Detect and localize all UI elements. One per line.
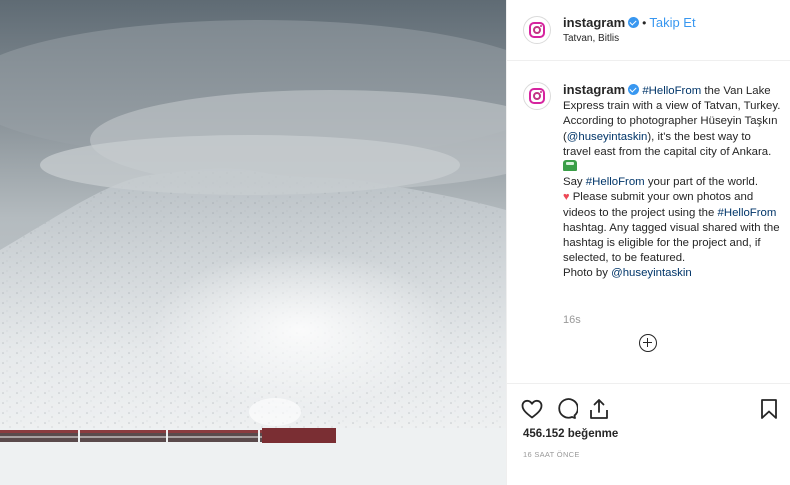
caption-text: instagram #HelloFrom the Van Lake Expres…	[563, 82, 781, 282]
header-username[interactable]: instagram	[563, 15, 625, 30]
post-photo[interactable]	[0, 0, 506, 485]
instagram-logo-icon	[529, 22, 545, 38]
post-header: instagram • Takip Et Tatvan, Bitlis	[507, 0, 790, 61]
likes-count[interactable]: 456.152 beğenme	[523, 428, 618, 440]
post-side-panel: instagram • Takip Et Tatvan, Bitlis instag…	[506, 0, 790, 485]
instagram-logo-icon	[529, 88, 545, 104]
train-emoji-icon	[563, 160, 577, 172]
mention-link[interactable]: @huseyintaskin	[611, 267, 692, 279]
verified-badge-icon	[628, 17, 640, 28]
train	[0, 428, 336, 443]
plus-circle-icon[interactable]	[639, 334, 657, 352]
avatar[interactable]	[523, 16, 551, 44]
share-arrow-icon[interactable]	[587, 397, 611, 421]
comment-bubble-icon[interactable]	[554, 397, 578, 421]
heart-outline-icon[interactable]	[520, 397, 544, 421]
location-link[interactable]: Tatvan, Bitlis	[563, 33, 619, 44]
caption-username[interactable]: instagram	[563, 82, 625, 97]
snowy-mountain-train-image	[0, 0, 506, 485]
caption-time: 16s	[563, 314, 581, 326]
caption-segment: hashtag. Any tagged visual shared with t…	[563, 221, 780, 265]
instagram-post: instagram • Takip Et Tatvan, Bitlis instag…	[0, 0, 790, 485]
hashtag-link[interactable]: #HelloFrom	[586, 176, 645, 188]
follow-button[interactable]: Takip Et	[649, 15, 695, 30]
caption-avatar[interactable]	[523, 82, 551, 110]
header-separator: •	[642, 16, 647, 30]
comments-area: instagram #HelloFrom the Van Lake Expres…	[507, 62, 790, 377]
hashtag-link[interactable]: #HelloFrom	[718, 207, 777, 219]
caption-segment: Say	[563, 176, 586, 189]
header-user-line: instagram • Takip Et	[563, 15, 696, 30]
post-actions: 456.152 beğenme 16 SAAT ÖNCE	[507, 383, 790, 485]
verified-badge-icon	[628, 84, 640, 95]
mention-link[interactable]: @huseyintaskin	[567, 131, 648, 143]
hashtag-link[interactable]: #HelloFrom	[642, 85, 701, 97]
caption-segment: your part of the world.	[644, 176, 758, 189]
caption-segment: Photo by	[563, 267, 612, 280]
bookmark-icon[interactable]	[757, 397, 781, 421]
post-timestamp[interactable]: 16 SAAT ÖNCE	[523, 450, 580, 459]
